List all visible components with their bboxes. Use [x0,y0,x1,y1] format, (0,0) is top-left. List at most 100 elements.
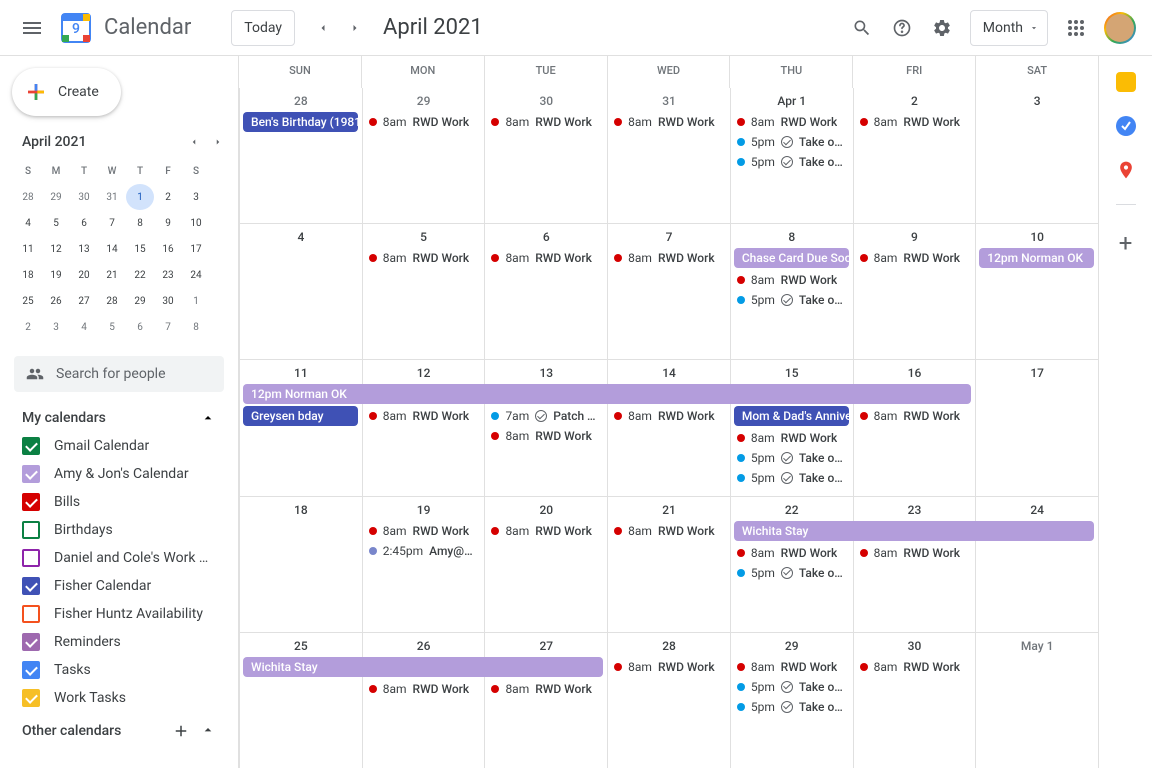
calendar-toggle[interactable]: Tasks [0,656,238,684]
next-month-button[interactable] [339,12,371,44]
day-cell[interactable]: 308amRWD Work [853,633,976,768]
event[interactable]: 5pmTake out tra [733,152,851,172]
mini-day[interactable]: 19 [42,262,70,288]
event[interactable]: 8amRWD Work [487,248,605,268]
day-cell[interactable]: 218amRWD Work [607,497,730,632]
checkbox[interactable] [22,549,40,567]
mini-day[interactable]: 3 [182,184,210,210]
mini-day[interactable]: 15 [126,236,154,262]
other-calendars-header[interactable]: Other calendars [0,712,238,746]
mini-day[interactable]: 8 [182,314,210,340]
day-cell[interactable]: 10 [975,224,1098,359]
calendar-toggle[interactable]: Fisher Calendar [0,572,238,600]
all-day-event[interactable]: Chase Card Due Soo [734,248,849,268]
day-cell[interactable]: 78amRWD Work [607,224,730,359]
calendar-toggle[interactable]: Amy & Jon's Calendar [0,460,238,488]
mini-day[interactable]: 28 [98,288,126,314]
day-number[interactable]: 17 [978,362,1096,384]
day-cell[interactable]: 28amRWD Work [853,88,976,223]
event[interactable]: 7amPatch Tues [487,406,605,426]
day-number[interactable]: 27 [487,635,605,657]
day-cell[interactable]: 238amRWD Work [853,497,976,632]
day-cell[interactable]: 16 8amRWD Work [853,360,976,495]
mini-day[interactable]: 4 [14,210,42,236]
mini-day[interactable]: 10 [182,210,210,236]
day-number[interactable]: 9 [856,226,974,248]
all-day-event[interactable]: Greysen bday [243,406,358,426]
event[interactable]: 5pmTake out tra [733,697,851,717]
day-cell[interactable]: 288amRWD Work [607,633,730,768]
mini-day[interactable]: 5 [42,210,70,236]
day-number[interactable]: 30 [856,635,974,657]
mini-day[interactable]: 5 [98,314,126,340]
mini-day[interactable]: 12 [42,236,70,262]
view-selector[interactable]: Month [970,10,1048,46]
day-cell[interactable]: 68amRWD Work [484,224,607,359]
add-calendar-icon[interactable] [172,722,190,740]
day-number[interactable]: 5 [365,226,483,248]
checkbox[interactable] [22,661,40,679]
event[interactable]: 2:45pmAmy@EyeD [365,541,483,561]
all-day-event[interactable]: 12pm Norman OK [243,384,971,404]
event[interactable]: 8amRWD Work [365,679,483,699]
prev-month-button[interactable] [307,12,339,44]
day-number[interactable]: 12 [365,362,483,384]
calendar-toggle[interactable]: Fisher Huntz Availability [0,600,238,628]
day-cell[interactable]: 278amRWD Work [484,633,607,768]
mini-day[interactable]: 18 [14,262,42,288]
day-number[interactable]: 16 [856,362,974,384]
day-cell[interactable]: 88amRWD Work5pmTake out tra [730,224,853,359]
mini-day[interactable]: 29 [42,184,70,210]
mini-day[interactable]: 9 [154,210,182,236]
checkbox[interactable] [22,605,40,623]
day-cell[interactable]: 3 [975,88,1098,223]
all-day-event[interactable]: Mom & Dad's Annive [734,406,849,426]
day-cell[interactable]: 137amPatch Tues8amRWD Work [484,360,607,495]
day-number[interactable]: 6 [487,226,605,248]
checkbox[interactable] [22,577,40,595]
event[interactable]: 8amRWD Work [856,406,974,426]
event[interactable]: 8amRWD Work [856,248,974,268]
event[interactable]: 5pmTake out tra [733,468,851,488]
day-cell[interactable]: 268amRWD Work [362,633,485,768]
day-number[interactable]: 29 [365,90,483,112]
day-cell[interactable]: 198amRWD Work2:45pmAmy@EyeD [362,497,485,632]
checkbox[interactable] [22,521,40,539]
day-cell[interactable]: May 1 [975,633,1098,768]
checkbox[interactable] [22,633,40,651]
event[interactable]: 8amRWD Work [365,406,483,426]
day-number[interactable]: 28 [610,635,728,657]
mini-day[interactable]: 26 [42,288,70,314]
apps-icon[interactable] [1056,8,1096,48]
event[interactable]: 8amRWD Work [610,248,728,268]
event[interactable]: 8amRWD Work [856,657,974,677]
mini-day[interactable]: 4 [70,314,98,340]
mini-day[interactable]: 8 [126,210,154,236]
event[interactable]: 8amRWD Work [733,657,851,677]
day-cell[interactable]: 24 [975,497,1098,632]
help-icon[interactable] [882,8,922,48]
day-cell[interactable]: 298amRWD Work5pmTake out re5pmTake out t… [730,633,853,768]
checkbox[interactable] [22,465,40,483]
mini-day[interactable]: 31 [98,184,126,210]
maps-icon[interactable] [1116,160,1136,180]
checkbox[interactable] [22,689,40,707]
day-number[interactable]: 18 [242,499,360,521]
day-cell[interactable]: 4 [239,224,362,359]
day-cell[interactable]: 11 [239,360,362,495]
event[interactable]: 5pmTake out re [733,677,851,697]
calendar-toggle[interactable]: Work Tasks [0,684,238,712]
event[interactable]: 8amRWD Work [610,112,728,132]
event[interactable]: 8amRWD Work [487,426,605,446]
day-number[interactable]: 23 [856,499,974,521]
event[interactable]: 5pmTake out re [733,132,851,152]
mini-day[interactable]: 7 [154,314,182,340]
mini-day[interactable]: 1 [126,184,154,210]
event[interactable]: 8amRWD Work [733,270,851,290]
mini-day[interactable]: 7 [98,210,126,236]
mini-day[interactable]: 25 [14,288,42,314]
event[interactable]: 5pmTake out tra [733,290,851,310]
day-cell[interactable]: 25 [239,633,362,768]
day-number[interactable]: 7 [610,226,728,248]
create-button[interactable]: Create [12,68,121,116]
